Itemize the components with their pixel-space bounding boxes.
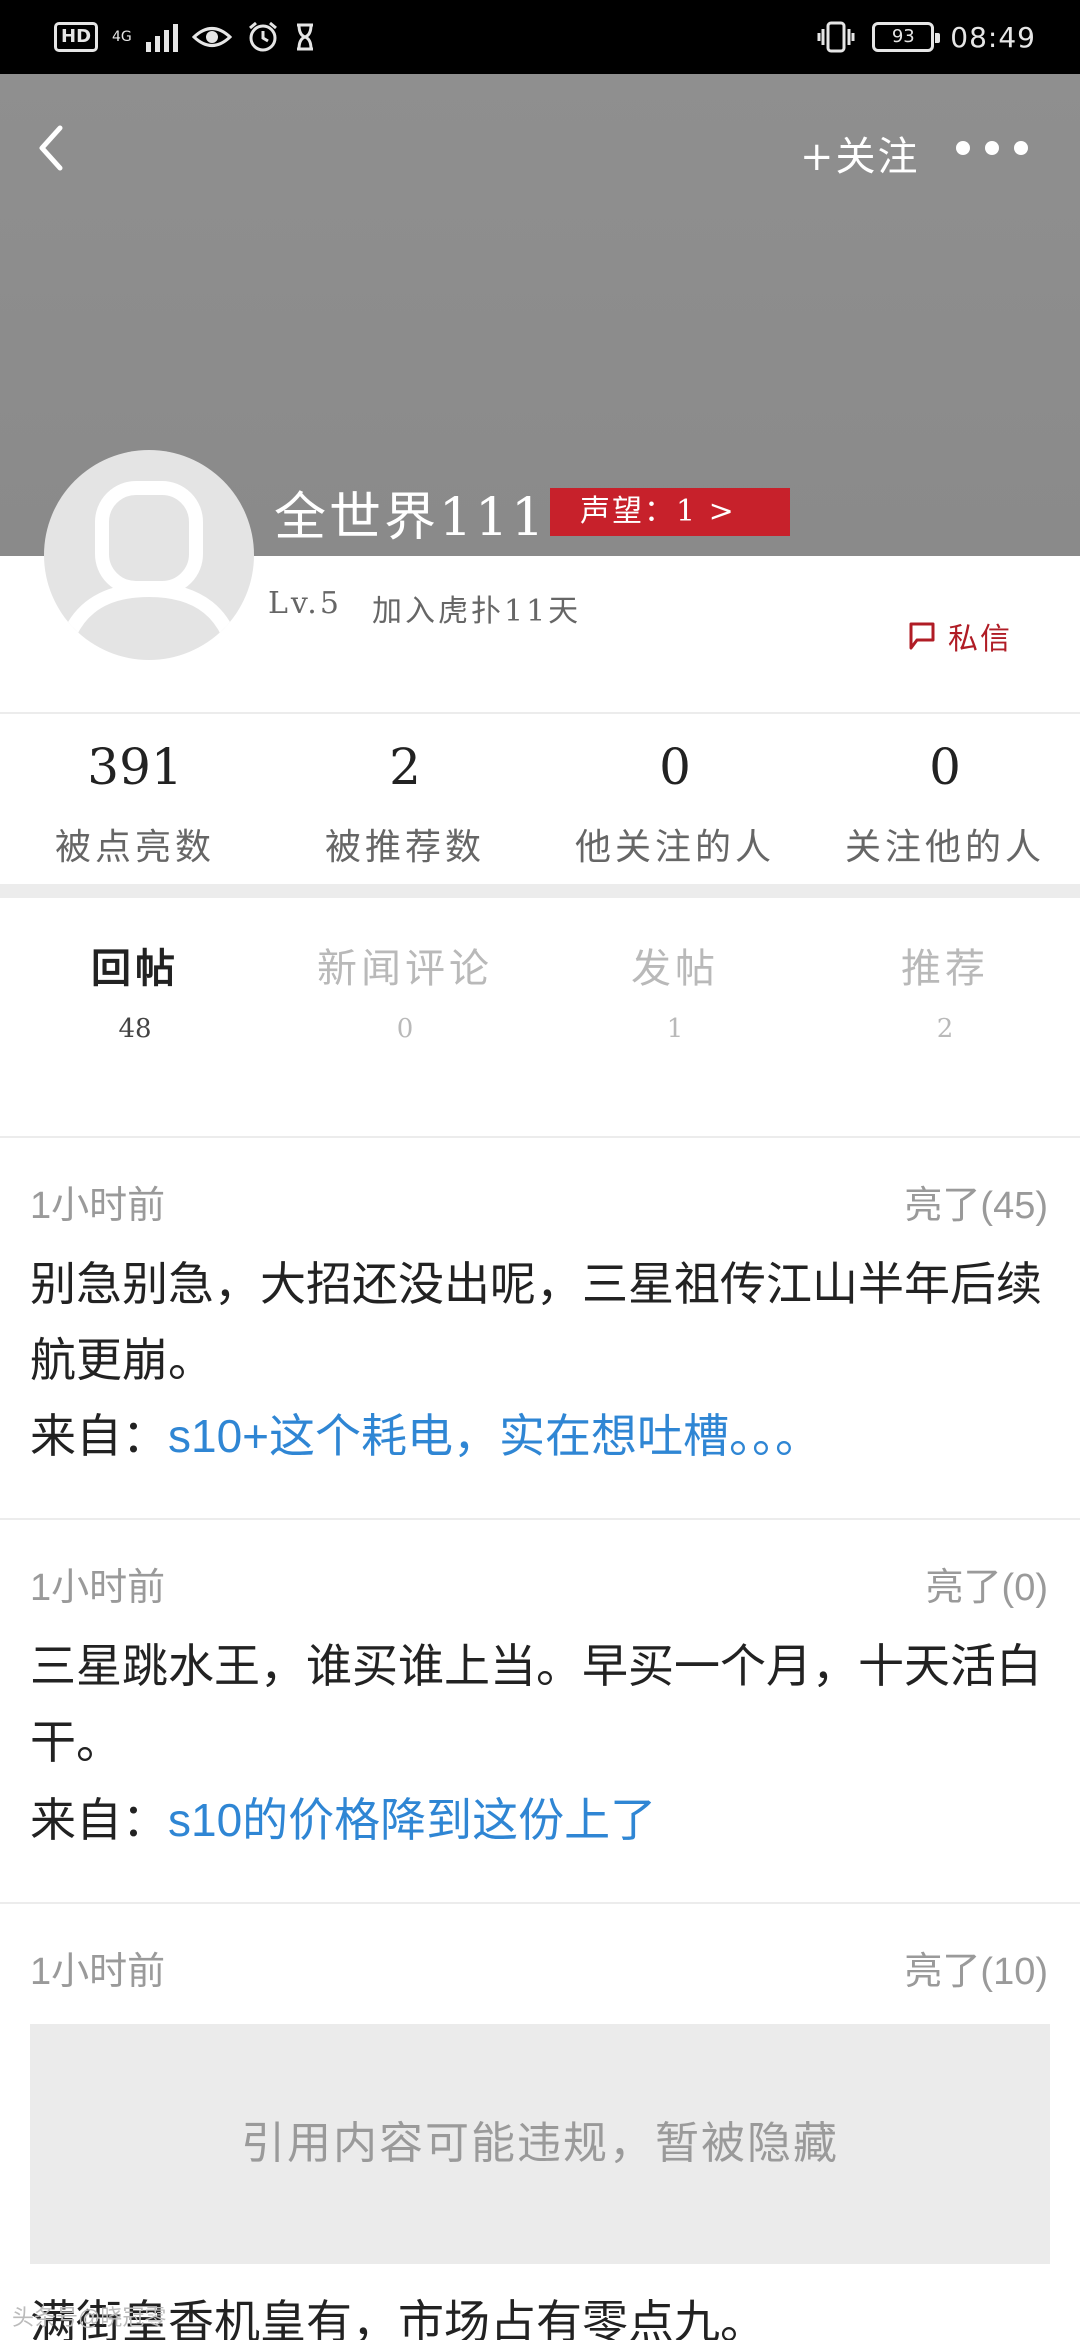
private-message-label: 私信 bbox=[948, 622, 1012, 657]
stat-recommended[interactable]: 2 被推荐数 bbox=[270, 722, 540, 870]
reply-item[interactable]: 1小时前 亮了(0) 三星跳水王，谁买谁上当。早买一个月，十天活白干。 来自：s… bbox=[0, 1520, 1080, 1900]
watermark: 头条号@晓冠零 bbox=[12, 2305, 167, 2330]
stats-row: 391 被点亮数 2 被推荐数 0 他关注的人 0 关注他的人 bbox=[0, 722, 1080, 882]
signal-icon bbox=[145, 22, 178, 52]
post-text: 三星跳水王，谁买谁上当。早买一个月，十天活白干。 bbox=[30, 1640, 1042, 1768]
divider bbox=[0, 712, 1080, 714]
stat-label: 被推荐数 bbox=[324, 827, 485, 868]
vibrate-icon bbox=[817, 21, 855, 53]
source-thread-link[interactable]: s10的价格降到这份上了 bbox=[168, 1794, 656, 1846]
section-separator bbox=[0, 884, 1080, 898]
tab-bar: 回帖 48 新闻评论 0 发帖 1 推荐 2 bbox=[0, 898, 1080, 1138]
stat-value: 0 bbox=[659, 738, 691, 796]
reputation-badge[interactable]: 声望：1 > bbox=[550, 488, 790, 536]
status-right: 93 08:49 bbox=[816, 18, 1036, 56]
join-duration: 加入虎扑11天 bbox=[372, 594, 582, 629]
clock: 08:49 bbox=[950, 20, 1036, 54]
post-likes[interactable]: 亮了(10) bbox=[904, 1940, 1048, 1995]
hidden-quote-notice: 引用内容可能违规，暂被隐藏 bbox=[30, 2024, 1050, 2264]
tab-label: 回帖 bbox=[91, 945, 179, 992]
tab-label: 推荐 bbox=[901, 946, 989, 992]
source-thread-link[interactable]: s10+这个耗电，实在想吐槽。。。 bbox=[168, 1410, 821, 1462]
tab-news-comments[interactable]: 新闻评论 0 bbox=[270, 936, 540, 1044]
stat-likes[interactable]: 391 被点亮数 bbox=[0, 722, 270, 870]
tab-count: 48 bbox=[118, 1014, 152, 1044]
network-type: 4G bbox=[112, 29, 132, 45]
alarm-icon bbox=[248, 21, 277, 52]
status-left: HD 4G bbox=[54, 18, 316, 56]
reply-item[interactable]: 1小时前 亮了(10) 引用内容可能违规，暂被隐藏 满街皇香机皇有，市场占有零点… bbox=[0, 1904, 1080, 2340]
stat-label: 关注他的人 bbox=[844, 827, 1045, 868]
eye-icon bbox=[191, 27, 232, 47]
default-avatar-icon bbox=[55, 481, 243, 660]
stat-value: 0 bbox=[929, 738, 961, 796]
tab-count: 1 bbox=[666, 1014, 684, 1044]
user-level: Lv.5 bbox=[268, 586, 342, 621]
post-time: 1小时前 bbox=[30, 1951, 166, 1993]
profile-page: HD 4G 93 08:49 +关注 全世界111 声望：1 > Lv.5 加入… bbox=[0, 0, 1080, 2340]
stat-value: 2 bbox=[389, 738, 421, 796]
follow-button[interactable]: +关注 bbox=[800, 124, 920, 182]
stat-following[interactable]: 0 他关注的人 bbox=[540, 722, 810, 870]
back-arrow-icon[interactable] bbox=[30, 118, 70, 178]
battery-icon: 93 bbox=[872, 22, 941, 52]
hd-icon: HD bbox=[54, 22, 99, 52]
stat-label: 被点亮数 bbox=[54, 827, 215, 868]
tab-label: 新闻评论 bbox=[317, 946, 493, 992]
tab-replies[interactable]: 回帖 48 bbox=[0, 936, 270, 1044]
source-prefix: 来自： bbox=[30, 1794, 168, 1846]
post-source: 来自：s10+这个耗电，实在想吐槽。。。 bbox=[30, 1398, 821, 1474]
post-time: 1小时前 bbox=[30, 1567, 166, 1609]
tab-recommendations[interactable]: 推荐 2 bbox=[810, 936, 1080, 1044]
reply-item[interactable]: 1小时前 亮了(45) 别急别急，大招还没出呢，三星祖传江山半年后续航更崩。 来… bbox=[0, 1138, 1080, 1518]
private-message-button[interactable]: 私信 bbox=[908, 614, 1012, 658]
post-likes[interactable]: 亮了(45) bbox=[904, 1174, 1048, 1229]
stat-label: 他关注的人 bbox=[574, 827, 775, 868]
tab-count: 0 bbox=[396, 1014, 414, 1044]
hourglass-icon bbox=[296, 23, 313, 51]
post-likes[interactable]: 亮了(0) bbox=[926, 1556, 1048, 1611]
tab-posts[interactable]: 发帖 1 bbox=[540, 936, 810, 1044]
source-prefix: 来自： bbox=[30, 1410, 168, 1462]
post-time: 1小时前 bbox=[30, 1185, 166, 1227]
post-source: 来自：s10的价格降到这份上了 bbox=[30, 1782, 656, 1858]
tab-count: 2 bbox=[936, 1014, 954, 1044]
stat-followers[interactable]: 0 关注他的人 bbox=[810, 722, 1080, 870]
tab-label: 发帖 bbox=[631, 946, 719, 992]
status-bar: HD 4G 93 08:49 bbox=[0, 0, 1080, 74]
more-options-icon[interactable] bbox=[956, 126, 1028, 170]
avatar[interactable] bbox=[44, 450, 254, 660]
username: 全世界111 bbox=[274, 488, 548, 548]
post-text: 别急别急，大招还没出呢，三星祖传江山半年后续航更崩。 bbox=[30, 1258, 1042, 1386]
stat-value: 391 bbox=[87, 738, 183, 796]
message-icon bbox=[909, 622, 935, 650]
